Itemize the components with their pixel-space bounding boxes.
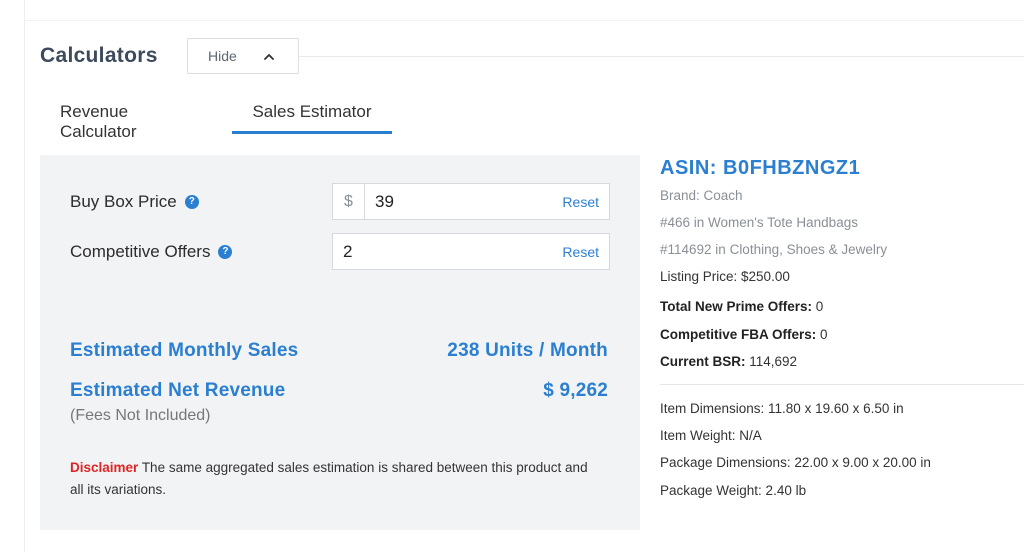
disclaimer-label: Disclaimer bbox=[70, 460, 139, 475]
disclaimer: Disclaimer The same aggregated sales est… bbox=[70, 457, 590, 501]
hide-button[interactable]: Hide bbox=[187, 38, 299, 74]
question-circle-icon[interactable]: ? bbox=[184, 195, 199, 209]
net-revenue-label: Estimated Net Revenue bbox=[70, 380, 286, 401]
net-revenue-value: $ 9,262 bbox=[543, 380, 608, 401]
listing-price: Listing Price: $250.00 bbox=[660, 269, 790, 284]
asin-heading: ASIN: B0FHBZNGZ1 bbox=[660, 157, 861, 179]
tab-sales-estimator-label: Sales Estimator bbox=[252, 102, 372, 121]
question-circle-icon[interactable]: ? bbox=[218, 245, 233, 259]
monthly-sales-label: Estimated Monthly Sales bbox=[70, 340, 299, 361]
competitive-offers-label: Competitive Offers ? bbox=[70, 242, 233, 262]
info-divider bbox=[660, 384, 1024, 385]
fba-offers: Competitive FBA Offers: 0 bbox=[660, 327, 828, 342]
competitive-offers-input[interactable] bbox=[333, 234, 563, 269]
buy-box-price-input[interactable] bbox=[365, 184, 563, 219]
tab-revenue-calculator[interactable]: Revenue Calculator bbox=[60, 94, 137, 141]
active-tab-indicator bbox=[232, 131, 392, 134]
hide-button-label: Hide bbox=[208, 48, 237, 64]
fba-offers-label: Competitive FBA Offers: bbox=[660, 327, 817, 342]
package-dimensions: Package Dimensions: 22.00 x 9.00 x 20.00… bbox=[660, 455, 931, 470]
buy-box-reset-link[interactable]: Reset bbox=[562, 194, 609, 210]
tab-sales-estimator[interactable]: Sales Estimator bbox=[232, 94, 392, 134]
monthly-sales-value: 238 Units / Month bbox=[447, 340, 608, 361]
competitive-offers-field: Reset bbox=[332, 233, 610, 270]
buy-box-price-label: Buy Box Price ? bbox=[70, 192, 199, 212]
item-weight: Item Weight: N/A bbox=[660, 428, 762, 443]
calculators-header: Calculators Hide bbox=[40, 38, 1024, 76]
current-bsr-label: Current BSR: bbox=[660, 354, 746, 369]
current-bsr-value: 114,692 bbox=[745, 354, 798, 369]
item-dimensions: Item Dimensions: 11.80 x 19.60 x 6.50 in bbox=[660, 401, 904, 416]
current-bsr: Current BSR: 114,692 bbox=[660, 354, 797, 369]
package-weight: Package Weight: 2.40 lb bbox=[660, 483, 807, 498]
fba-offers-value: 0 bbox=[816, 327, 828, 342]
panel-top-border bbox=[24, 20, 1024, 21]
buy-box-price-text: Buy Box Price bbox=[70, 192, 177, 211]
competitive-offers-reset-link[interactable]: Reset bbox=[562, 244, 609, 260]
panel-left-border bbox=[24, 0, 25, 552]
chevron-up-icon bbox=[264, 54, 274, 60]
prime-offers-value: 0 bbox=[812, 299, 824, 314]
fees-note: (Fees Not Included) bbox=[70, 407, 211, 424]
competitive-offers-text: Competitive Offers bbox=[70, 242, 211, 261]
sales-estimator-panel: Buy Box Price ? $ Reset Competitive Offe… bbox=[40, 155, 640, 530]
header-divider bbox=[299, 56, 1024, 57]
prime-offers: Total New Prime Offers: 0 bbox=[660, 299, 823, 314]
prime-offers-label: Total New Prime Offers: bbox=[660, 299, 813, 314]
tab-revenue-calculator-label: Revenue Calculator bbox=[60, 102, 137, 141]
currency-prefix: $ bbox=[333, 184, 365, 219]
buy-box-price-field: $ Reset bbox=[332, 183, 610, 220]
rank-category-1: #466 in Women's Tote Handbags bbox=[660, 215, 858, 230]
calculators-title: Calculators bbox=[40, 44, 158, 67]
rank-category-2: #114692 in Clothing, Shoes & Jewelry bbox=[660, 242, 888, 257]
disclaimer-text: The same aggregated sales estimation is … bbox=[70, 460, 588, 497]
brand-line: Brand: Coach bbox=[660, 188, 743, 203]
